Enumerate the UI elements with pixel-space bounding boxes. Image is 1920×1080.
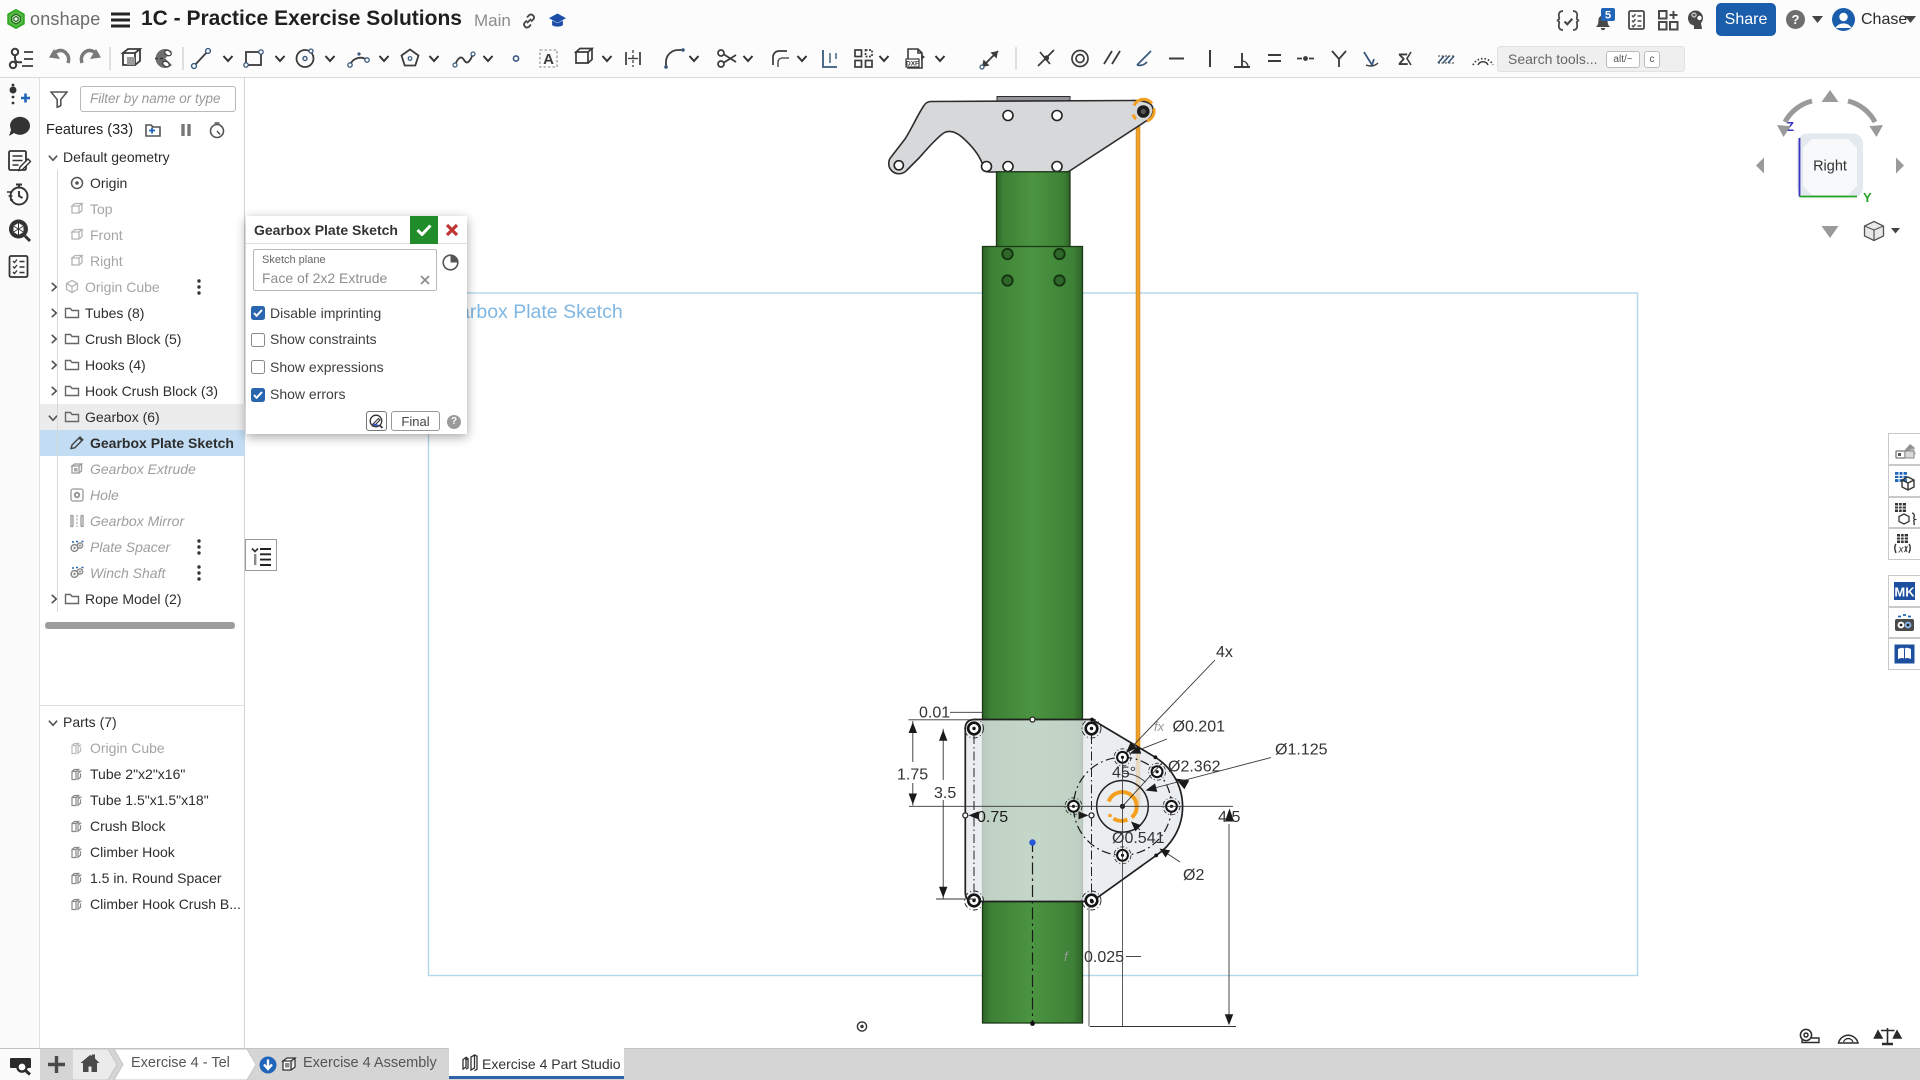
svg-text:5: 5 [1605,10,1611,22]
svg-text:Y: Y [1863,190,1872,205]
svg-text:0.025: 0.025 [1084,949,1124,966]
svg-text:A: A [543,51,554,68]
svg-text:MK: MK [1894,585,1915,600]
svg-text:Right: Right [1813,159,1847,175]
svg-text:3.5: 3.5 [934,785,956,802]
svg-text:DXF: DXF [906,61,919,68]
svg-text:x: x [1898,545,1905,556]
svg-text:4: 4 [1218,809,1227,826]
svg-text:fx: fx [1154,719,1165,734]
svg-text:1.75: 1.75 [897,767,928,784]
svg-text:Ø1.125: Ø1.125 [1275,742,1328,759]
svg-text:Ø0.541: Ø0.541 [1112,830,1165,847]
svg-text:Ø0.201: Ø0.201 [1173,719,1226,736]
svg-text:0.75: 0.75 [977,809,1008,826]
svg-text:f: f [1064,949,1069,964]
svg-text:45°: 45° [1112,765,1136,782]
svg-text:0.01: 0.01 [919,705,950,722]
svg-text:4x: 4x [1216,644,1233,661]
svg-text:5: 5 [1232,809,1241,826]
svg-text:Ø2: Ø2 [1183,867,1204,884]
svg-text:Σ: Σ [1398,50,1408,69]
